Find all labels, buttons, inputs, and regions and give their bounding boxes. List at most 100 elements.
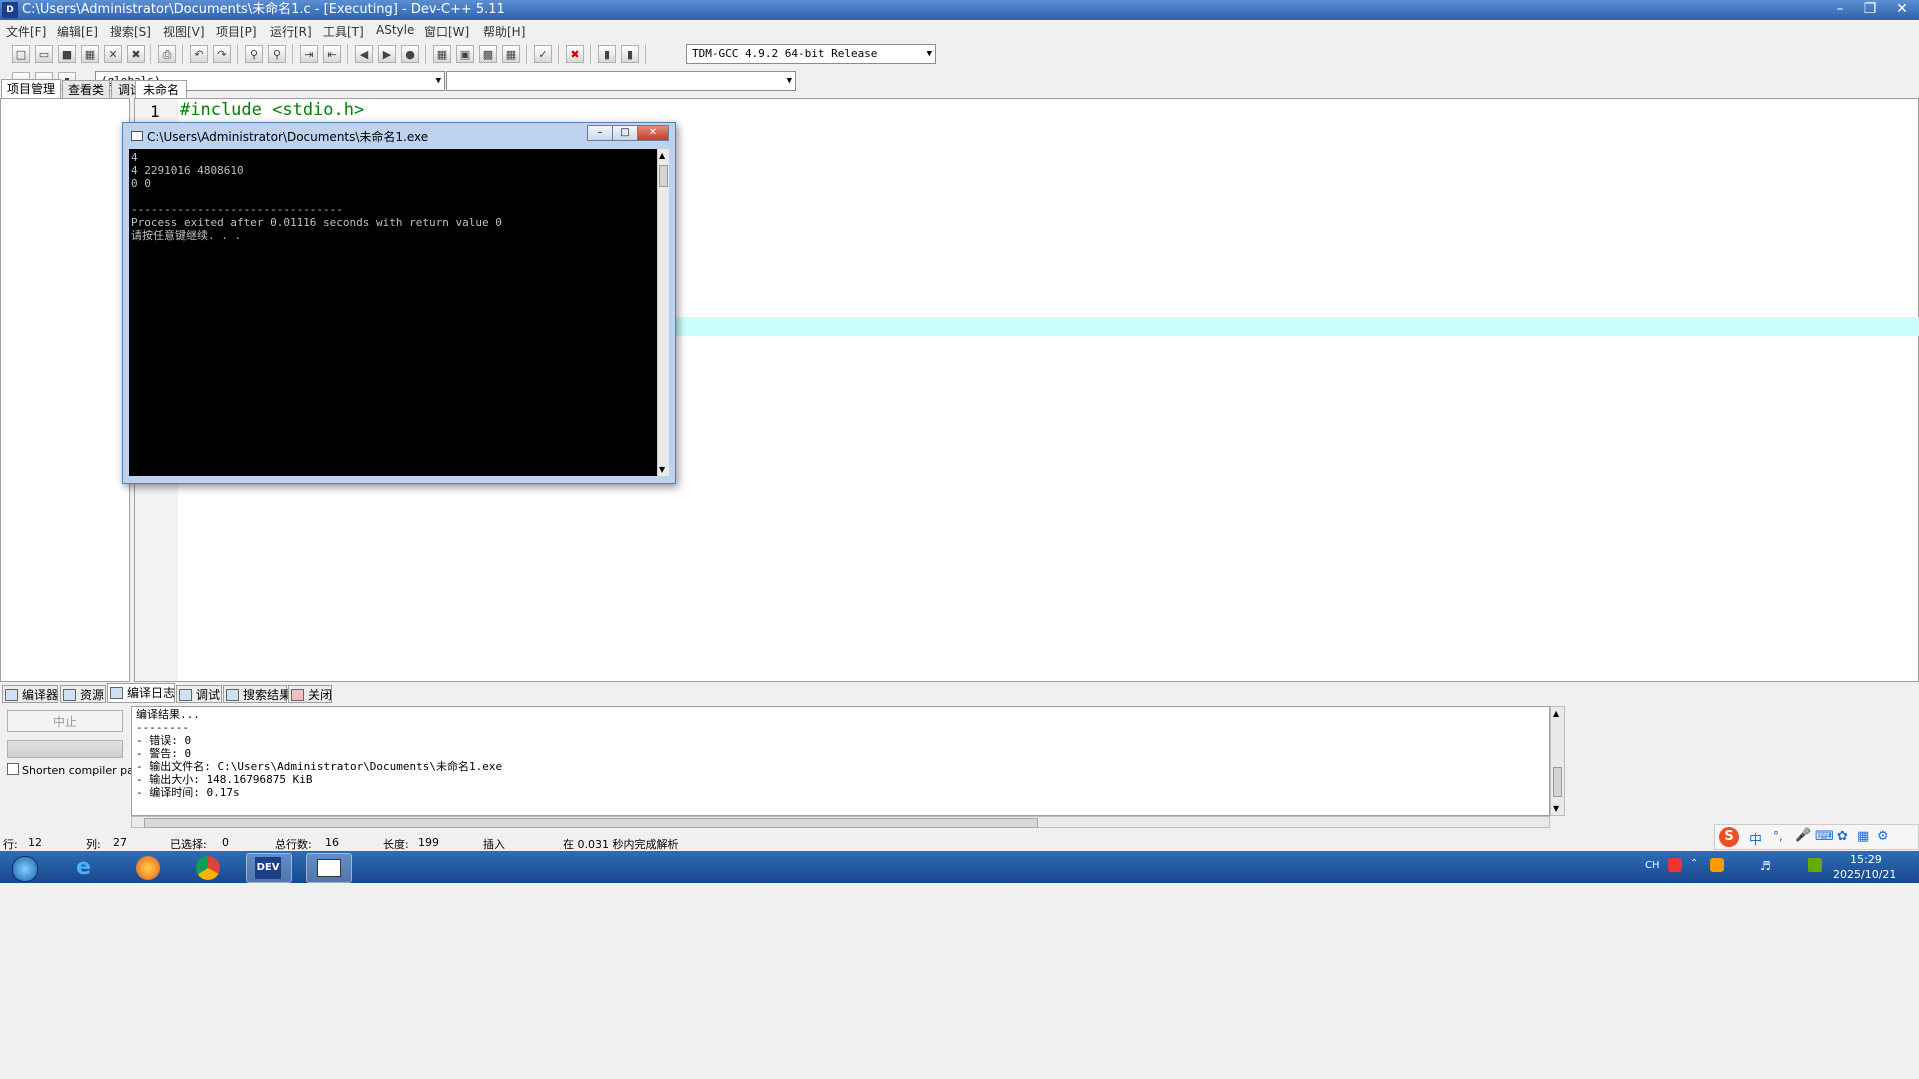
minimize-button[interactable]: – (1825, 0, 1855, 20)
member-select[interactable]: ▼ (446, 71, 796, 91)
console-taskbar-icon[interactable] (306, 853, 352, 883)
checkbox-box[interactable] (7, 763, 19, 775)
bookmark-icon[interactable]: ● (401, 45, 419, 63)
new-file-icon[interactable]: □ (12, 45, 30, 63)
status-sel: 0 (222, 836, 229, 849)
scroll-up-icon[interactable]: ▲ (1553, 709, 1559, 718)
skin-icon[interactable]: ✿ (1837, 829, 1848, 844)
profile-chart-icon[interactable]: ▮ (598, 45, 616, 63)
scroll-down-icon[interactable]: ▼ (659, 465, 665, 474)
tab-compile-log[interactable]: 编译日志 (107, 683, 175, 703)
open-file-icon[interactable]: ▭ (35, 45, 53, 63)
menu-edit[interactable]: 编辑[E] (57, 23, 98, 40)
log-vertical-scrollbar[interactable]: ▲ ▼ (1550, 706, 1565, 816)
undo-icon[interactable]: ↶ (190, 45, 208, 63)
print-icon[interactable]: ⎙ (158, 45, 176, 63)
input-language[interactable]: CH (1645, 860, 1660, 871)
tab-search-results[interactable]: 搜索结果 (223, 685, 291, 703)
compile-log-text: 编译结果... -------- - 错误: 0 - 警告: 0 - 输出文件名… (136, 708, 503, 799)
start-button[interactable] (2, 853, 46, 882)
tray-expand-icon[interactable]: ⌃ (1690, 858, 1698, 869)
nvidia-icon[interactable] (1808, 858, 1822, 872)
find-icon[interactable]: ⚲ (245, 45, 263, 63)
status-row-label: 行: (3, 838, 18, 851)
tab-resources[interactable]: 资源 (60, 685, 106, 703)
compile-icon[interactable]: ▦ (433, 45, 451, 63)
sogou-logo-icon[interactable]: S (1719, 827, 1739, 847)
close-button[interactable]: ✕ (1887, 0, 1917, 20)
console-minimize-button[interactable]: – (587, 125, 613, 141)
forward-icon[interactable]: ▶ (378, 45, 396, 63)
punctuation-icon[interactable]: °, (1773, 829, 1783, 843)
close-all-icon[interactable]: ✖ (127, 45, 145, 63)
settings-icon[interactable]: ⚙ (1877, 829, 1889, 844)
ie-icon[interactable]: e (66, 853, 110, 881)
status-row: 12 (28, 836, 42, 849)
replace-icon[interactable]: ⚲ (268, 45, 286, 63)
tab-classes[interactable]: 查看类 (62, 80, 110, 98)
project-panel[interactable] (0, 98, 130, 682)
menu-file[interactable]: 文件[F] (6, 23, 46, 40)
compile-log[interactable]: 编译结果... -------- - 错误: 0 - 警告: 0 - 输出文件名… (131, 706, 1550, 816)
console-close-button[interactable]: ✕ (637, 125, 669, 141)
menu-view[interactable]: 视图[V] (163, 23, 205, 40)
delete-profile-icon[interactable]: ▮ (621, 45, 639, 63)
menu-project[interactable]: 项目[P] (216, 23, 257, 40)
tab-close[interactable]: 关闭 (288, 685, 332, 703)
log-horizontal-scrollbar[interactable] (131, 816, 1550, 828)
console-scrollbar[interactable]: ▲ ▼ (657, 149, 669, 476)
clock-date[interactable]: 2025/10/21 (1833, 868, 1896, 881)
stop-execution-icon[interactable]: ✖ (566, 45, 584, 63)
console-window[interactable]: C:\Users\Administrator\Documents\未命名1.ex… (122, 122, 676, 484)
save-all-icon[interactable]: ▦ (81, 45, 99, 63)
firefox-icon[interactable] (126, 853, 170, 881)
code-line: #include <stdio.h> (180, 100, 365, 120)
status-lines: 16 (325, 836, 339, 849)
menu-window[interactable]: 窗口[W] (424, 23, 469, 40)
clock-time[interactable]: 15:29 (1850, 853, 1882, 866)
ime-mode[interactable]: 中 (1749, 829, 1762, 848)
menu-help[interactable]: 帮助[H] (483, 23, 525, 40)
tray-app-icon[interactable] (1710, 858, 1724, 872)
window-titlebar[interactable]: D C:\Users\Administrator\Documents\未命名1.… (0, 0, 1919, 20)
sogou-icon[interactable] (1668, 858, 1682, 872)
scroll-down-icon[interactable]: ▼ (1553, 804, 1559, 813)
toolbox-icon[interactable]: ▦ (1857, 829, 1869, 844)
close-file-icon[interactable]: ✕ (104, 45, 122, 63)
mic-icon[interactable]: 🎤 (1795, 828, 1811, 843)
status-col-label: 列: (86, 838, 101, 851)
tab-compiler[interactable]: 编译器 (2, 685, 58, 703)
menu-tools[interactable]: 工具[T] (323, 23, 364, 40)
menu-run[interactable]: 运行[R] (270, 23, 312, 40)
compile-run-icon[interactable]: ▩ (479, 45, 497, 63)
unindent-icon[interactable]: ⇤ (323, 45, 341, 63)
editor-tab[interactable]: 未命名1.c (135, 80, 187, 116)
chrome-icon[interactable] (186, 853, 230, 881)
status-len-label: 长度: (383, 838, 409, 851)
compile-progress (7, 740, 123, 758)
ime-toolbar[interactable]: S 中 °, 🎤 ⌨ ✿ ▦ ⚙ (1714, 824, 1919, 850)
run-icon[interactable]: ▣ (456, 45, 474, 63)
save-icon[interactable]: ■ (58, 45, 76, 63)
redo-icon[interactable]: ↷ (213, 45, 231, 63)
tab-debug-bottom[interactable]: 调试 (176, 685, 222, 703)
rebuild-icon[interactable]: ▦ (502, 45, 520, 63)
console-output-area[interactable]: 4 4 2291016 4808610 0 0 ----------------… (129, 149, 657, 476)
shorten-paths-checkbox[interactable]: Shorten compiler paths (7, 763, 151, 777)
stop-button[interactable]: 中止 (7, 710, 123, 732)
volume-icon[interactable]: ♬ (1760, 859, 1771, 873)
restore-button[interactable]: ❐ (1855, 0, 1885, 20)
indent-icon[interactable]: ⇥ (300, 45, 318, 63)
console-maximize-button[interactable]: □ (612, 125, 638, 141)
keyboard-icon[interactable]: ⌨ (1815, 829, 1834, 844)
scroll-up-icon[interactable]: ▲ (659, 151, 665, 160)
menu-astyle[interactable]: AStyle (376, 23, 414, 37)
window-title: C:\Users\Administrator\Documents\未命名1.c … (22, 2, 505, 17)
devcpp-taskbar-icon[interactable]: DEV (246, 853, 292, 883)
resources-icon (63, 689, 76, 701)
compiler-select[interactable]: TDM-GCC 4.9.2 64-bit Release ▼ (686, 44, 936, 64)
menu-search[interactable]: 搜索[S] (110, 23, 151, 40)
back-icon[interactable]: ◀ (355, 45, 373, 63)
tab-project[interactable]: 项目管理 (1, 79, 61, 99)
syntax-check-icon[interactable]: ✓ (534, 45, 552, 63)
